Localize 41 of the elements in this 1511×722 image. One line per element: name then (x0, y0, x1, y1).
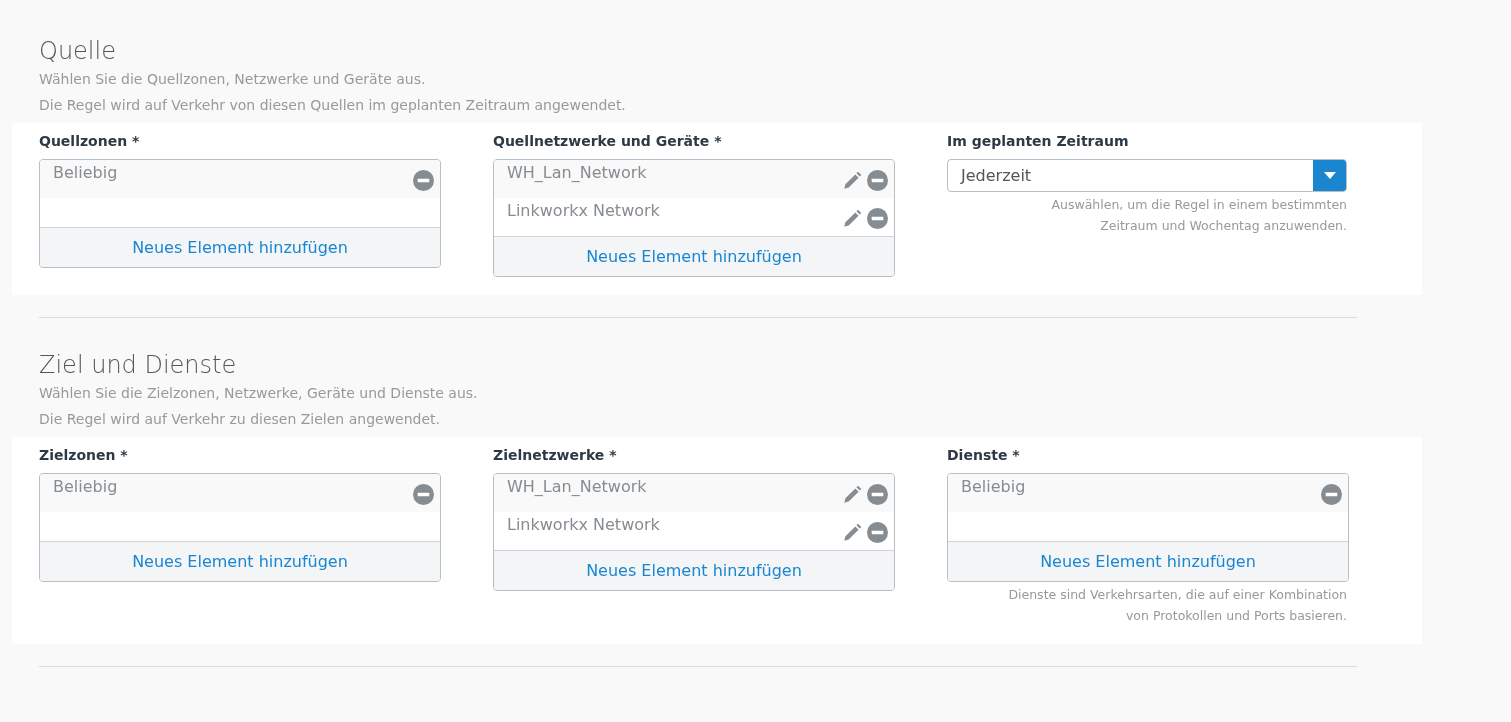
list-item: Beliebig (53, 162, 118, 184)
add-item-link[interactable]: Neues Element hinzufügen (40, 541, 440, 581)
remove-icon[interactable] (1321, 484, 1342, 505)
section-description: Wählen Sie die Zielzonen, Netzwerke, Geräte und Dienste aus. (39, 384, 479, 403)
list-item: Linkworkx Network (507, 514, 660, 536)
pencil-icon[interactable] (841, 521, 863, 544)
field-label: Im geplanten Zeitraum (947, 132, 1130, 151)
list-item: Beliebig (53, 476, 118, 498)
field-label: Quellzonen * (39, 132, 141, 151)
section-description: Die Regel wird auf Verkehr zu diesen Zielen angewendet. (39, 410, 441, 429)
dropdown-caret-icon[interactable] (1323, 171, 1336, 180)
field-hint: Dienste sind Verkehrsarten, die auf einer Kombination (1007, 586, 1347, 604)
list-item: Beliebig (961, 476, 1026, 498)
section-title: Quelle (39, 36, 117, 66)
field-label: Dienste * (947, 446, 1021, 465)
pencil-icon[interactable] (841, 207, 863, 230)
field-label: Zielnetzwerke * (493, 446, 618, 465)
add-item-link[interactable]: Neues Element hinzufügen (948, 541, 1348, 581)
remove-icon[interactable] (867, 170, 888, 191)
section-description: Wählen Sie die Quellzonen, Netzwerke und Geräte aus. (39, 70, 427, 89)
section-title: Ziel und Dienste (39, 350, 238, 380)
list-item: WH_Lan_Network (507, 162, 647, 184)
remove-icon[interactable] (867, 208, 888, 229)
field-label: Quellnetzwerke und Geräte * (493, 132, 723, 151)
remove-icon[interactable] (413, 170, 434, 191)
list-item: Linkworkx Network (507, 200, 660, 222)
list-item: WH_Lan_Network (507, 476, 647, 498)
pencil-icon[interactable] (841, 483, 863, 506)
remove-icon[interactable] (867, 522, 888, 543)
field-label: Zielzonen * (39, 446, 129, 465)
field-hint: Auswählen, um die Regel in einem bestimmten (1050, 196, 1347, 214)
section-description: Die Regel wird auf Verkehr von diesen Quellen im geplanten Zeitraum angewendet. (39, 96, 627, 115)
field-hint: Zeitraum und Wochentag anzuwenden. (1099, 217, 1347, 235)
add-item-link[interactable]: Neues Element hinzufügen (494, 236, 894, 276)
add-item-link[interactable]: Neues Element hinzufügen (494, 550, 894, 590)
remove-icon[interactable] (867, 484, 888, 505)
remove-icon[interactable] (413, 484, 434, 505)
field-hint: von Protokollen und Ports basieren. (1124, 607, 1347, 625)
pencil-icon[interactable] (841, 169, 863, 192)
dropdown[interactable]: Jederzeit (947, 159, 1347, 192)
add-item-link[interactable]: Neues Element hinzufügen (40, 227, 440, 267)
